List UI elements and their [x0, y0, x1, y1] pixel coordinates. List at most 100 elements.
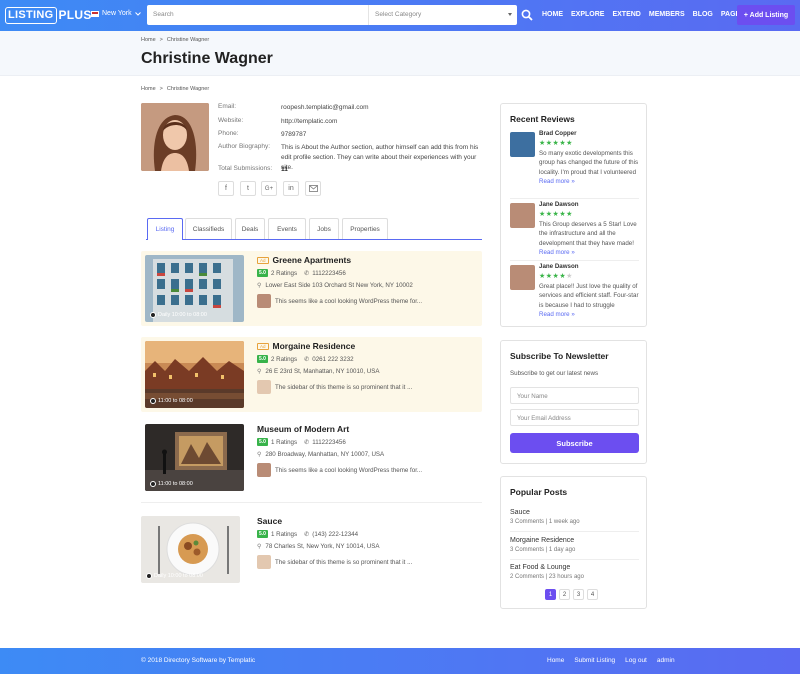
review-text: So many exotic developments this group h…: [539, 149, 639, 176]
add-listing-button[interactable]: + Add Listing: [737, 5, 795, 25]
star-rating: ★★★★★: [539, 210, 573, 218]
search-input[interactable]: Search: [153, 11, 174, 18]
newsletter-subtitle: Subscribe to get our latest news: [510, 370, 599, 377]
nav-extend[interactable]: EXTEND: [612, 11, 640, 18]
star-rating: ★★★★★: [539, 272, 573, 280]
facebook-icon[interactable]: f: [218, 181, 234, 196]
listing-phone: 1112223456: [312, 438, 346, 446]
listing-card[interactable]: Daily 10:00 to 08:00 Ad Greene Apartments…: [141, 251, 482, 326]
listing-card[interactable]: Daily 10:00 to 08:00 Sauce 5.0 1 Ratings ✆…: [141, 512, 482, 587]
listing-title[interactable]: Museum of Modern Art: [257, 424, 349, 434]
tab-classifieds[interactable]: Classifieds: [185, 218, 232, 239]
read-more-link[interactable]: Read more »: [539, 177, 639, 187]
listing-phone: (143) 222-12344: [312, 530, 359, 538]
post-item[interactable]: Sauce 3 Comments | 1 week ago: [510, 509, 639, 525]
clock-icon: [146, 573, 152, 579]
listing-image[interactable]: 11:00 to 08:00: [145, 341, 244, 408]
tab-events[interactable]: Events: [268, 218, 306, 239]
tab-listing[interactable]: Listing: [147, 218, 183, 240]
page-3-button[interactable]: 3: [573, 589, 584, 600]
mail-icon[interactable]: [305, 181, 321, 196]
nav-home[interactable]: HOME: [542, 11, 563, 18]
listing-image[interactable]: 11:00 to 08:00: [145, 424, 244, 491]
breadcrumb-home[interactable]: Home: [141, 37, 156, 43]
reviewer-name[interactable]: Jane Dawson: [539, 262, 639, 272]
website-value[interactable]: http://templatic.com: [281, 117, 486, 127]
post-item[interactable]: Eat Food & Lounge 2 Comments | 23 hours …: [510, 564, 639, 580]
review-text: Great place!! Just love the quality of s…: [539, 282, 639, 309]
post-comments: 3 Comments: [510, 547, 545, 553]
listing-card[interactable]: 11:00 to 08:00 Museum of Modern Art 5.0 1…: [141, 420, 482, 495]
clock-icon: [150, 481, 156, 487]
reviewer-name[interactable]: Brad Copper: [539, 129, 639, 139]
email-field[interactable]: Your Email Address: [510, 409, 639, 426]
breadcrumb-home[interactable]: Home: [141, 86, 156, 92]
tab-deals[interactable]: Deals: [235, 218, 265, 239]
tab-properties[interactable]: Properties: [342, 218, 388, 239]
name-field[interactable]: Your Name: [510, 387, 639, 404]
listing-card[interactable]: 11:00 to 08:00 Ad Morgaine Residence 5.0 2…: [141, 337, 482, 412]
post-title[interactable]: Sauce: [510, 509, 639, 516]
email-label: Email:: [218, 103, 237, 110]
phone-value: 9789787: [281, 131, 307, 138]
linkedin-icon[interactable]: in: [283, 181, 299, 196]
map-pin-icon: ⚲: [257, 369, 262, 375]
footer-link-logout[interactable]: Log out: [625, 657, 647, 664]
listing-body: Ad Greene Apartments 5.0 2 Ratings ✆ 1112223…: [257, 255, 482, 308]
caret-down-icon: [508, 13, 512, 16]
phone-icon: ✆: [304, 530, 310, 538]
reviewer-avatar: [257, 380, 271, 394]
reviewer-name[interactable]: Jane Dawson: [539, 200, 639, 210]
nav-blog[interactable]: BLOG: [693, 11, 713, 18]
main-nav: HOME EXPLORE EXTEND MEMBERS BLOG PAGES: [542, 11, 745, 18]
listing-title[interactable]: Morgaine Residence: [273, 341, 356, 351]
post-title[interactable]: Eat Food & Lounge: [510, 564, 639, 571]
read-more-link[interactable]: Read more »: [539, 310, 639, 320]
breadcrumb-separator: >: [159, 86, 163, 92]
website-label: Website:: [218, 117, 244, 124]
rating-badge: 5.0: [257, 355, 268, 363]
location-selector[interactable]: New York: [91, 10, 141, 17]
footer-link-admin[interactable]: admin: [657, 657, 675, 664]
post-item[interactable]: Morgaine Residence 3 Comments | 1 day ag…: [510, 537, 639, 553]
reviewer-avatar: [257, 463, 271, 477]
divider: [510, 260, 639, 261]
category-select[interactable]: Select Category: [368, 5, 517, 25]
footer-link-home[interactable]: Home: [547, 657, 564, 664]
page-2-button[interactable]: 2: [559, 589, 570, 600]
search-icon[interactable]: [521, 9, 533, 21]
breadcrumb-separator: >: [159, 37, 163, 43]
hours-text: Daily 10:00 to 08:00: [154, 573, 203, 579]
tab-jobs[interactable]: Jobs: [309, 218, 339, 239]
twitter-icon[interactable]: t: [240, 181, 256, 196]
listing-address: Lower East Side 103 Orchard St New York,…: [265, 282, 413, 289]
newsletter-title: Subscribe To Newsletter: [510, 351, 609, 361]
page-4-button[interactable]: 4: [587, 589, 598, 600]
post-time: 1 week ago: [548, 519, 580, 525]
author-portrait-image: [141, 103, 209, 171]
read-more-link[interactable]: Read more »: [539, 248, 639, 258]
email-value[interactable]: roopesh.templatic@gmail.com: [281, 103, 486, 113]
post-comments: 3 Comments: [510, 519, 545, 525]
post-title[interactable]: Morgaine Residence: [510, 537, 639, 544]
map-pin-icon: ⚲: [257, 452, 262, 458]
subscribe-button[interactable]: Subscribe: [510, 433, 639, 453]
listing-image[interactable]: Daily 10:00 to 08:00: [145, 255, 244, 322]
footer: © 2018 Directory Software by Templatic H…: [0, 648, 800, 674]
listing-title[interactable]: Sauce: [257, 516, 282, 526]
clock-icon: [150, 398, 156, 404]
google-plus-icon[interactable]: G+: [261, 181, 277, 196]
footer-link-submit-listing[interactable]: Submit Listing: [574, 657, 615, 664]
page-1-button[interactable]: 1: [545, 589, 556, 600]
category-select-label: Select Category: [375, 11, 422, 18]
listing-image[interactable]: Daily 10:00 to 08:00: [141, 516, 240, 583]
hours-text: Daily 10:00 to 08:00: [158, 312, 207, 318]
listing-title[interactable]: Greene Apartments: [273, 255, 352, 265]
nav-members[interactable]: MEMBERS: [649, 11, 685, 18]
site-logo[interactable]: LISTING PLUS: [5, 6, 92, 24]
ratings-count: 2 Ratings: [270, 269, 298, 277]
opening-hours: 11:00 to 08:00: [150, 481, 193, 487]
rating-badge: 5.0: [257, 269, 268, 277]
listing-address: 26 E 23rd St, Manhattan, NY 10010, USA: [265, 368, 380, 375]
nav-explore[interactable]: EXPLORE: [571, 11, 604, 18]
